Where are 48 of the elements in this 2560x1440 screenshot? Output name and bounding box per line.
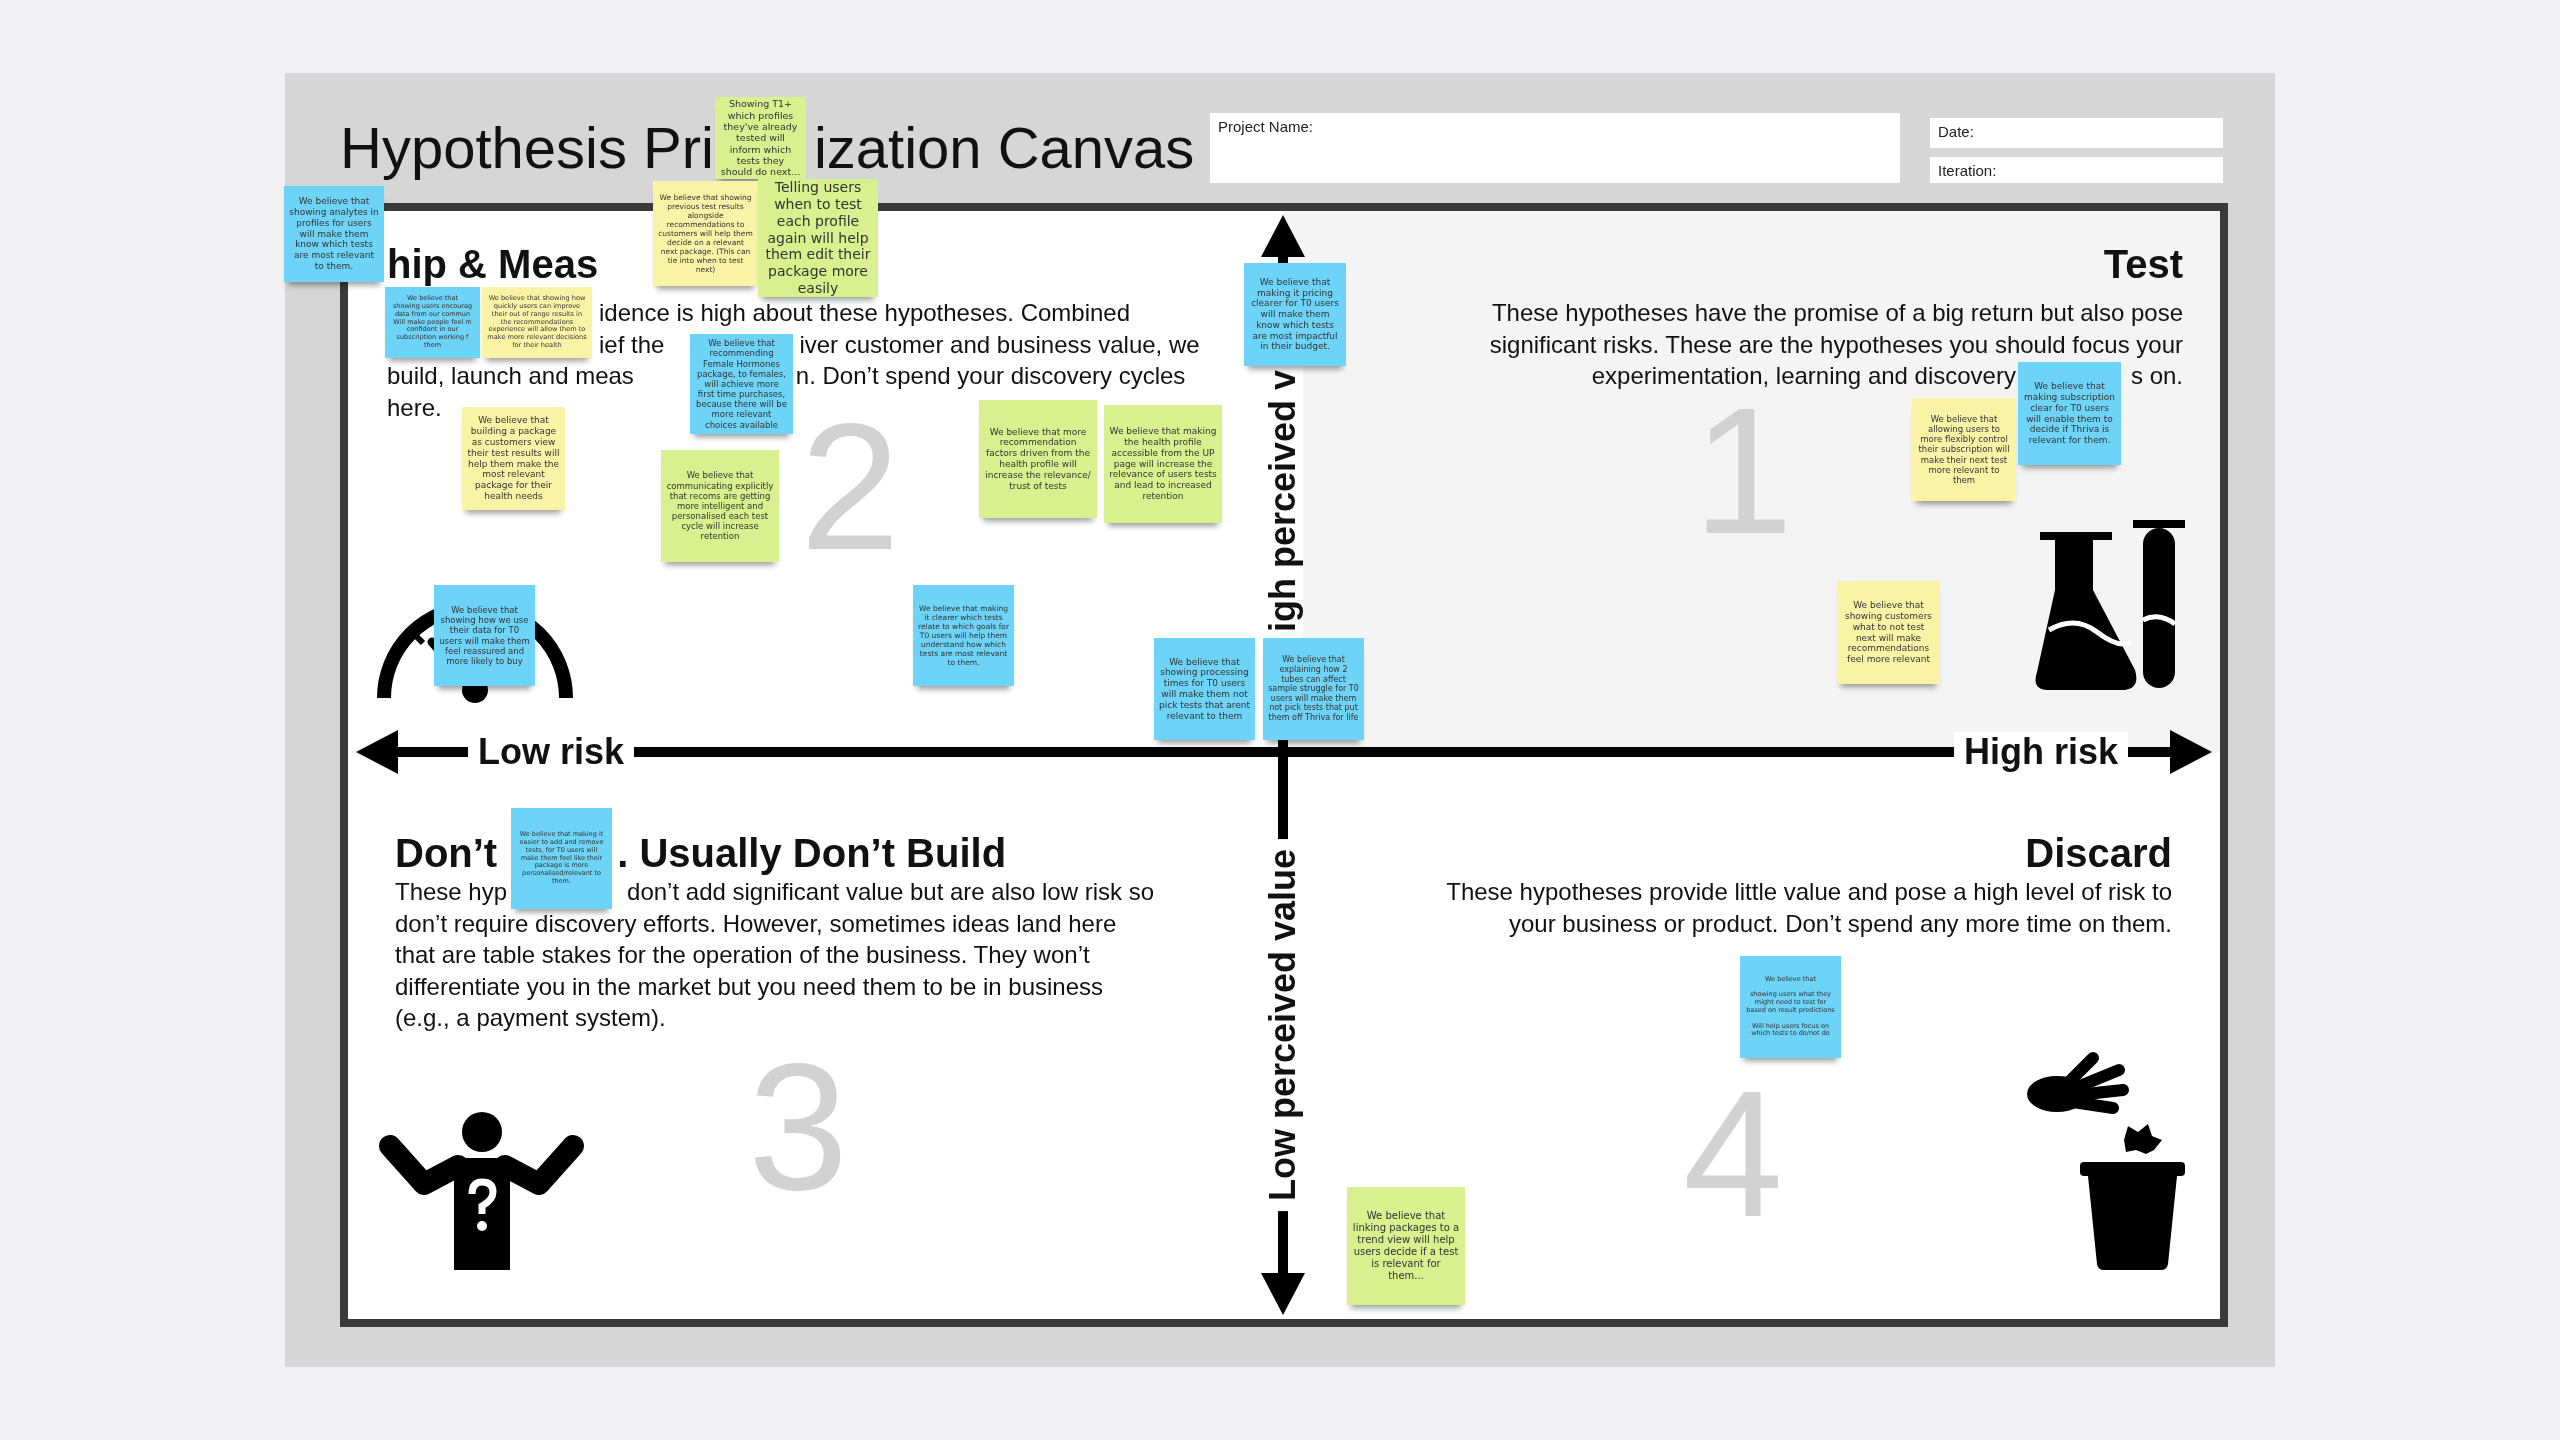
description-text: These hyp <box>395 877 508 907</box>
sticky-note: We believe that allowing users to more flexibly control their subscription will make their next test more relevant to them <box>1912 398 2016 501</box>
sticky-note: We believe that making the health profile accessible from the UP page will increase the relevance of users tests and lead to increased retention <box>1104 405 1222 523</box>
sticky-note: We believe that linking packages to a trend view will help users decide if a test is relevant for them... <box>1347 1187 1465 1305</box>
description-text: build, launch and meas <box>387 361 634 391</box>
description-text: (e.g., a payment system). <box>395 1003 666 1033</box>
description-text: here. <box>387 392 442 423</box>
sticky-note: We believe that communicating explicitly that recoms are getting more intelligent and personalised each test cycle will increase retention <box>661 450 779 562</box>
sticky-note: We believe that making it pricing clearer for T0 users will make them know which tests are most impactful in their budget. <box>1244 263 1346 366</box>
sticky-note: We believe that explaining how 2 tubes can affect sample struggle for T0 users will make them not pick tests that put them off Thriva for life <box>1263 638 1364 740</box>
description-text: iver customer and business value, we <box>799 329 1200 360</box>
text-field[interactable]: Iteration: <box>1930 157 2223 183</box>
canvas-title: ization Canvas <box>813 116 1195 180</box>
sticky-note: We believe that more recommendation factors driven from the health profile will increase the relevance/ trust of tests <box>979 400 1097 518</box>
sticky-note: Telling users when to test each profile again will help them edit their package more easily <box>758 179 878 297</box>
description-text: that are table stakes for the operation of the business. They won’t <box>395 940 1090 970</box>
description-text: don’t add significant value but are also low risk so <box>627 877 1155 907</box>
description-text: s on. <box>2130 361 2183 391</box>
confused-person-icon <box>378 1112 585 1270</box>
sticky-note: We believe that making subscription clear for T0 users will enable them to decide if Thriva is relevant for them. <box>2018 362 2121 465</box>
text-field[interactable]: Project Name: <box>1210 113 1900 183</box>
sticky-note: We believe that building a package as customers view their test results will help them make the most relevant package for their health needs <box>462 407 565 510</box>
quadrant-heading: Discard <box>2025 834 2172 872</box>
field-label: Iteration: <box>1938 162 1997 179</box>
description-text: ief the <box>599 329 665 360</box>
flask-and-test-tube-icon <box>2035 520 2185 692</box>
sticky-note: We believe that showing how we use their data for T0 users will make them feel reassured and more likely to buy <box>434 585 535 686</box>
description-text: idence is high about these hypotheses. Combined <box>599 298 1131 328</box>
description-text: These hypotheses provide little value and pose a high level of risk to <box>1446 877 2172 907</box>
sticky-note: We believe that showing customers what to not test next will make recommendations feel more relevant <box>1837 581 1940 684</box>
description-text: differentiate you in the market but you need them to be in business <box>395 971 1103 1002</box>
sticky-note: We believe that showing processing times for T0 users will make them not pick tests that arent relevant to them <box>1154 638 1255 740</box>
hand-icon <box>2025 1050 2130 1115</box>
sticky-note: We believe that recommending Female Hormones package, to females, will achieve more first time purchases, because there will be more relevant choices available <box>690 334 793 434</box>
quadrant-heading: Don’t <box>395 834 498 872</box>
sticky-note: We believe that showing analytes in profiles for users will make them know which tests are most relevant to them. <box>284 186 384 282</box>
description-text: significant risks. These are the hypotheses you should focus your <box>1489 329 2183 360</box>
quadrant-heading: Test <box>2103 245 2183 283</box>
description-text: your business or product. Don’t spend any more time on them. <box>1509 908 2172 939</box>
axis-label: High risk <box>1953 732 2128 772</box>
text-field[interactable]: Date: <box>1930 118 2223 148</box>
canvas-title: Hypothesis Pri <box>340 116 714 180</box>
description-text: These hypotheses have the promise of a big return but also pose <box>1491 298 2183 328</box>
field-label: Date: <box>1938 123 1974 140</box>
field-label: Project Name: <box>1218 118 1314 135</box>
sticky-note: Showing T1+ which profiles they've already tested will inform which tests they should do next... <box>715 97 806 179</box>
description-text: don’t require discovery efforts. However, sometimes ideas land here <box>395 908 1117 939</box>
description-text: n. Don’t spend your discovery cycles <box>795 361 1186 391</box>
